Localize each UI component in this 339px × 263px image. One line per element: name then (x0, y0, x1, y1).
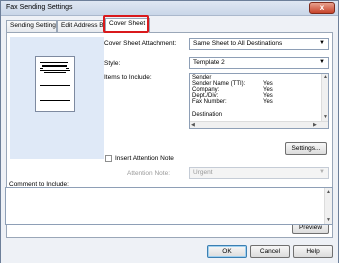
cover-sheet-preview (10, 37, 104, 159)
list-item: Fax Number: Yes (192, 99, 273, 105)
chevron-down-icon: ▼ (319, 169, 325, 175)
style-value: Template 2 (193, 59, 225, 66)
insert-attention-note-checkbox[interactable] (105, 155, 112, 162)
chevron-down-icon: ▼ (319, 40, 325, 46)
cover-sheet-attachment-dropdown[interactable]: Same Sheet to All Destinations ▼ (189, 38, 329, 50)
tab-edit-address-book[interactable]: Edit Address Boo (57, 20, 105, 32)
window-title: Fax Sending Settings (6, 4, 73, 11)
close-icon: x (319, 3, 325, 12)
scroll-up-icon[interactable]: ▲ (323, 74, 328, 80)
list-vertical-scrollbar[interactable]: ▲ ▼ (321, 74, 328, 122)
tab-highlight-box (103, 15, 149, 33)
list-item: Destination (192, 112, 223, 118)
list-horizontal-scrollbar[interactable]: ◀ ▶ (190, 121, 328, 128)
style-dropdown[interactable]: Template 2 ▼ (189, 57, 329, 69)
cancel-button[interactable]: Cancel (250, 245, 290, 258)
chevron-down-icon: ▼ (319, 59, 325, 65)
fax-sending-settings-window: Fax Sending Settings x Sending Settings … (0, 0, 339, 263)
scroll-down-icon[interactable]: ▼ (323, 114, 328, 120)
title-bar: Fax Sending Settings x (1, 1, 338, 16)
close-button[interactable]: x (309, 2, 335, 14)
scroll-up-icon[interactable]: ▲ (326, 189, 331, 195)
attention-note-label: Attention Note: (127, 170, 170, 177)
cover-sheet-attachment-label: Cover Sheet Attachment: (104, 40, 177, 47)
help-button[interactable]: Help (293, 245, 333, 258)
attention-note-value: Urgent (193, 169, 213, 176)
items-to-include-list[interactable]: Sender Sender Name (TTI): Yes Company: Yes… (189, 73, 329, 129)
comment-scrollbar[interactable]: ▲ ▼ (324, 188, 332, 224)
dialog-footer: OK Cancel Help (1, 239, 338, 263)
scroll-left-icon[interactable]: ◀ (191, 122, 195, 128)
preview-page (35, 56, 75, 112)
settings-button[interactable]: Settings... (285, 142, 327, 155)
insert-attention-note-label: Insert Attention Note (115, 155, 174, 162)
scroll-down-icon[interactable]: ▼ (326, 217, 331, 223)
cover-sheet-attachment-value: Same Sheet to All Destinations (193, 40, 283, 47)
style-label: Style: (104, 60, 121, 67)
items-to-include-label: Items to Include: (104, 74, 152, 81)
tab-sending-settings[interactable]: Sending Settings (6, 20, 57, 32)
comment-textarea[interactable]: ▲ ▼ (5, 187, 333, 225)
attention-note-dropdown[interactable]: Urgent ▼ (189, 167, 329, 179)
scroll-right-icon[interactable]: ▶ (313, 122, 317, 128)
ok-button[interactable]: OK (207, 245, 247, 258)
